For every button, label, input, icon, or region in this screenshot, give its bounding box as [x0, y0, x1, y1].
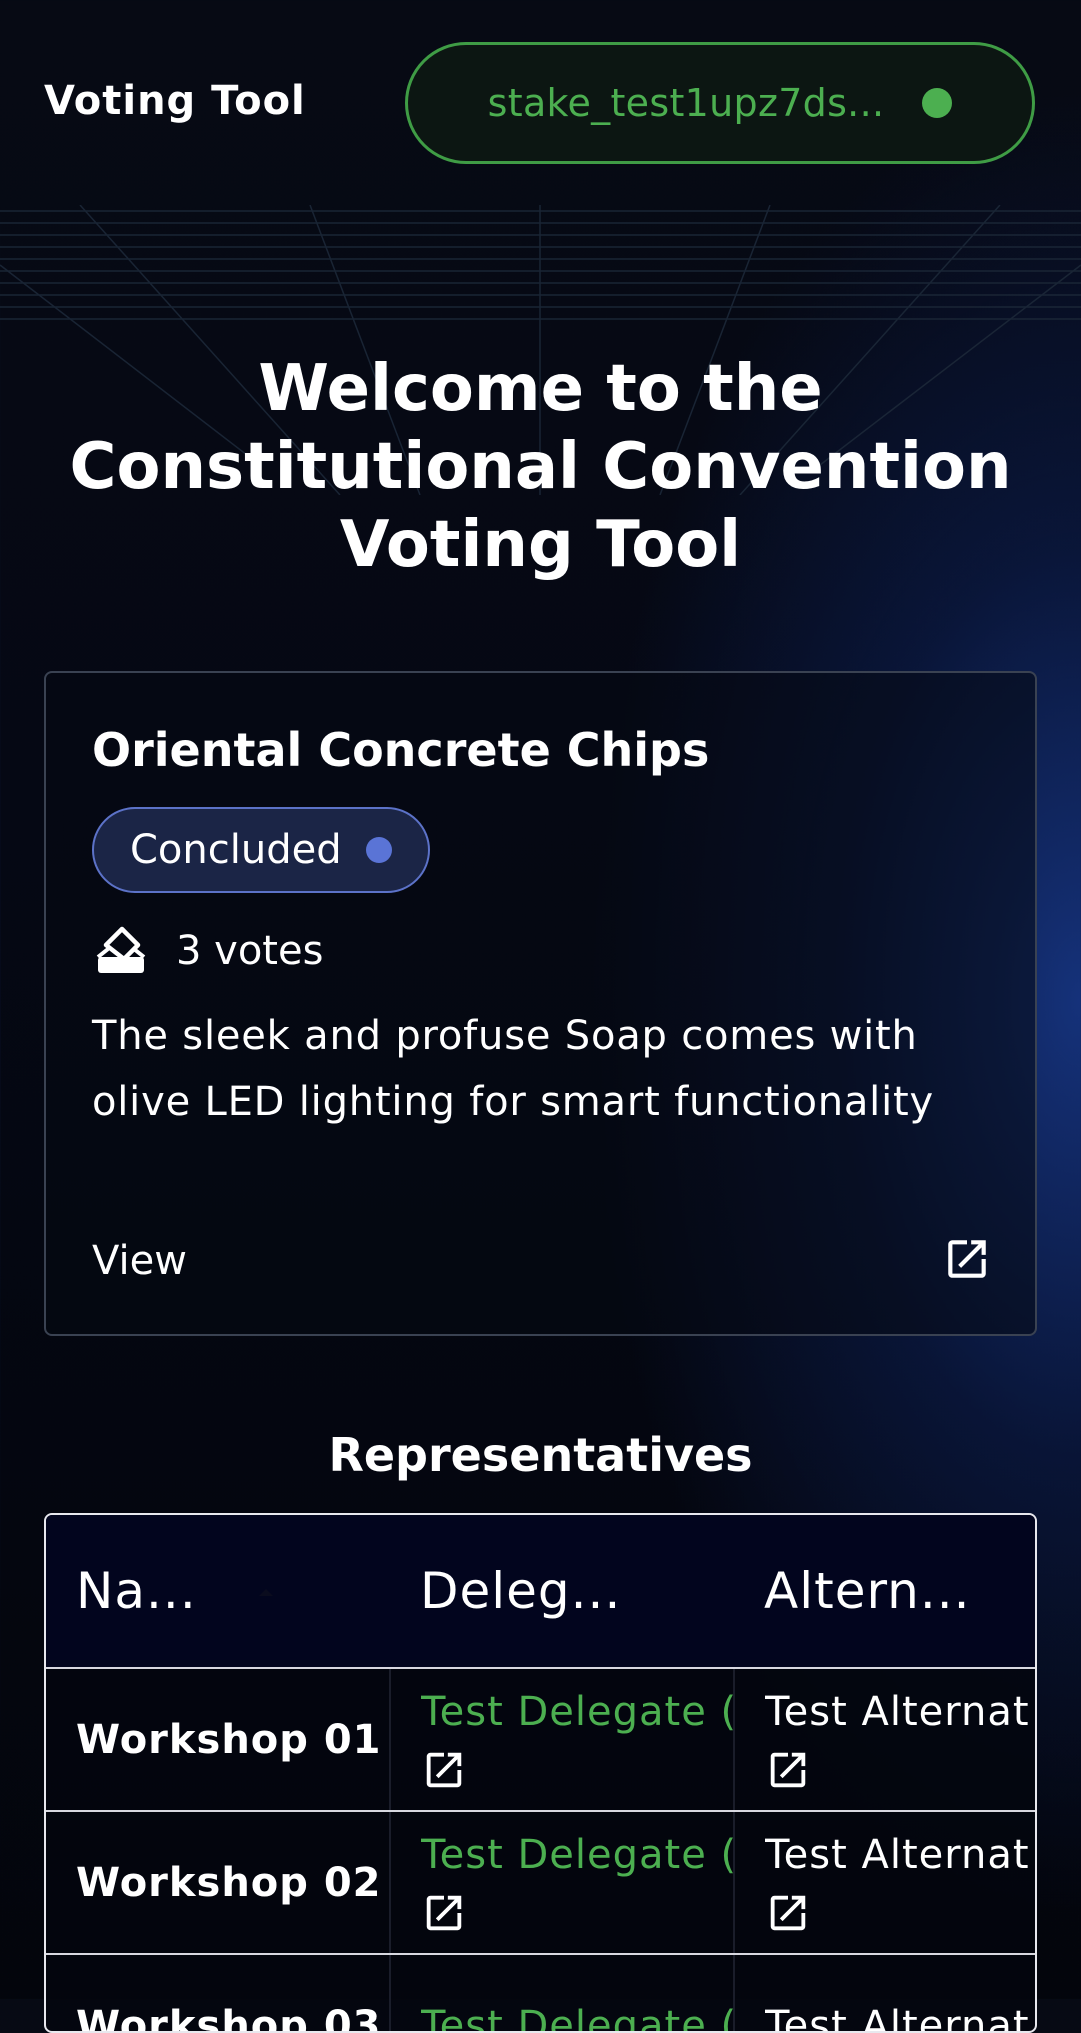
column-header-name[interactable]: Na... [46, 1515, 390, 1668]
app-header: Voting Tool stake_test1upz7ds... [0, 0, 1081, 205]
representatives-heading: Representatives [0, 1428, 1081, 1482]
column-header-label: Na... [76, 1562, 197, 1620]
alternate-link[interactable]: Test Alternat [765, 2001, 1037, 2033]
cell-alternate[interactable]: Test Alternat [734, 1954, 1037, 2033]
sort-icon [254, 1562, 278, 1586]
app-brand[interactable]: Voting Tool [44, 78, 306, 124]
representatives-table: Na... Deleg... Altern... Workshop 01 [44, 1513, 1037, 2033]
column-header-delegate[interactable]: Deleg... [390, 1515, 734, 1668]
cell-name: Workshop 03 [46, 1954, 390, 2033]
alternate-link[interactable]: Test Alternat [765, 1830, 1037, 1880]
workshop-name: Workshop 02 [76, 1860, 382, 1906]
workshop-name: Workshop 03 [76, 2003, 382, 2033]
column-header-label: Altern... [764, 1562, 971, 1620]
cell-alternate[interactable]: Test Alternat [734, 1811, 1037, 1954]
cell-name: Workshop 01 [46, 1668, 390, 1811]
column-header-alternate[interactable]: Altern... [734, 1515, 1037, 1668]
connected-status-dot [922, 88, 952, 118]
external-link-icon[interactable] [421, 1747, 467, 1793]
ballot-box-icon [92, 923, 148, 979]
votes-label: 3 votes [176, 928, 323, 974]
column-header-label: Deleg... [420, 1562, 621, 1620]
poll-description: The sleek and profuse Soap comes with ol… [92, 1003, 992, 1135]
poll-title: Oriental Concrete Chips [92, 723, 709, 777]
poll-card: Oriental Concrete Chips Concluded 3 vote… [44, 671, 1037, 1336]
wallet-address: stake_test1upz7ds... [488, 81, 885, 125]
view-poll-link[interactable]: View [92, 1231, 992, 1291]
circle-dot-icon [366, 837, 392, 863]
table-header-row: Na... Deleg... Altern... [46, 1515, 1037, 1668]
external-link-icon[interactable] [421, 1890, 467, 1936]
external-link-icon[interactable] [765, 1890, 811, 1936]
cell-delegate[interactable]: Test Delegate ( [390, 1668, 734, 1811]
vote-count: 3 votes [92, 923, 323, 979]
external-link-icon [942, 1234, 992, 1288]
delegate-link[interactable]: Test Delegate ( [421, 1687, 733, 1737]
table-row: Workshop 02 Test Delegate ( Test Alterna… [46, 1811, 1037, 1954]
delegate-link[interactable]: Test Delegate ( [421, 1830, 733, 1880]
alternate-link[interactable]: Test Alternat [765, 1687, 1037, 1737]
cell-delegate[interactable]: Test Delegate ( [390, 1954, 734, 2033]
cell-alternate[interactable]: Test Alternat [734, 1668, 1037, 1811]
status-badge: Concluded [92, 807, 430, 893]
view-label: View [92, 1238, 187, 1284]
cell-name: Workshop 02 [46, 1811, 390, 1954]
page-title: Welcome to the Constitutional Convention… [40, 350, 1041, 584]
external-link-icon[interactable] [765, 1747, 811, 1793]
table-row: Workshop 01 Test Delegate ( Test Alterna… [46, 1668, 1037, 1811]
table-row: Workshop 03 Test Delegate ( Test Alterna… [46, 1954, 1037, 2033]
wallet-connect-button[interactable]: stake_test1upz7ds... [405, 42, 1035, 164]
cell-delegate[interactable]: Test Delegate ( [390, 1811, 734, 1954]
workshop-name: Workshop 01 [76, 1717, 382, 1763]
delegate-link[interactable]: Test Delegate ( [421, 2001, 733, 2033]
status-label: Concluded [130, 827, 342, 873]
